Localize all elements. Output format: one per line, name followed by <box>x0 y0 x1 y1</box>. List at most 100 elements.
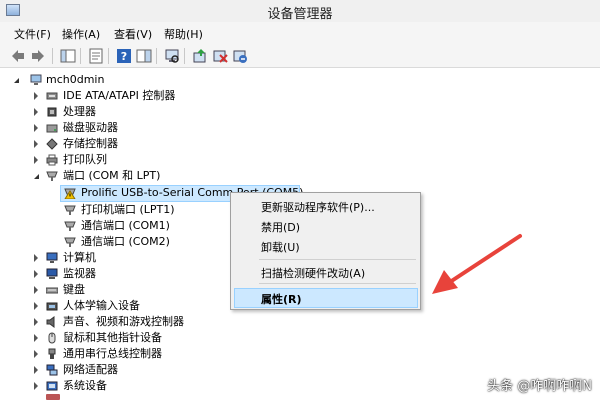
warning-port-icon <box>64 188 76 199</box>
forward-arrow-icon[interactable] <box>30 48 46 64</box>
expand-arrow-icon[interactable] <box>34 140 38 148</box>
menu-view[interactable]: 查看(V) <box>114 26 152 42</box>
tree-item-mouse[interactable]: 鼠标和其他指针设备 <box>0 330 220 346</box>
menu-item-uninstall[interactable]: 卸载(U) <box>261 239 300 255</box>
tree-item-storage[interactable]: 存储控制器 <box>0 136 300 152</box>
expand-arrow-icon[interactable] <box>34 286 38 294</box>
expand-arrow-icon[interactable] <box>34 318 38 326</box>
tree-item-label: 通用串行总线控制器 <box>63 347 162 360</box>
tree-item-label: 键盘 <box>63 283 85 296</box>
tree-item-label: 通信端口 (COM1) <box>81 219 170 232</box>
toolbar-separator <box>108 48 109 64</box>
ide-controller-icon <box>46 92 58 100</box>
tree-item-ports[interactable]: 端口 (COM 和 LPT) <box>0 168 300 184</box>
port-icon <box>64 221 76 231</box>
title-bar: 设备管理器 <box>0 0 600 22</box>
port-icon <box>64 205 76 215</box>
tree-item-sound[interactable]: 声音、视频和游戏控制器 <box>0 314 220 330</box>
system-device-icon <box>46 381 58 391</box>
tree-item-label: 磁盘驱动器 <box>63 121 118 134</box>
tree-item-label: 打印队列 <box>63 153 107 166</box>
tree-item-label: 声音、视频和游戏控制器 <box>63 315 184 328</box>
tree-item-network[interactable]: 网络适配器 <box>0 362 220 378</box>
storage-controller-icon <box>46 138 58 150</box>
update-driver-icon[interactable] <box>192 48 208 64</box>
tree-item-usb[interactable]: 通用串行总线控制器 <box>0 346 220 362</box>
expand-arrow-icon[interactable] <box>34 254 38 262</box>
expand-arrow-icon[interactable] <box>34 334 38 342</box>
next-category-icon-partial <box>46 394 60 400</box>
tree-root-label: mch0dmin <box>46 73 105 86</box>
tree-item-hid[interactable]: 人体学输入设备 <box>0 298 220 314</box>
tree-item-label: 网络适配器 <box>63 363 118 376</box>
keyboard-icon <box>46 287 58 294</box>
tree-item-monitor[interactable]: 监视器 <box>0 266 220 282</box>
mouse-icon <box>48 332 56 344</box>
back-arrow-icon[interactable] <box>10 48 26 64</box>
toolbar-separator <box>184 48 185 64</box>
tree-item-label: IDE ATA/ATAPI 控制器 <box>63 89 176 102</box>
menu-item-scan-hardware[interactable]: 扫描检测硬件改动(A) <box>261 265 365 281</box>
toolbar-separator <box>52 48 53 64</box>
action-pane-icon[interactable] <box>136 48 152 64</box>
context-menu: 更新驱动程序软件(P)... 禁用(D) 卸载(U) 扫描检测硬件改动(A) 属… <box>230 192 421 310</box>
help-icon[interactable]: ? <box>116 48 132 64</box>
tree-item-processor[interactable]: 处理器 <box>0 104 300 120</box>
red-arrow-annotation <box>432 234 522 294</box>
tree-item-ide[interactable]: IDE ATA/ATAPI 控制器 <box>0 88 300 104</box>
properties-icon[interactable] <box>88 48 104 64</box>
menu-action[interactable]: 操作(A) <box>62 26 100 42</box>
processor-icon <box>47 107 57 117</box>
expand-arrow-icon[interactable] <box>34 366 38 374</box>
tree-item-disk[interactable]: 磁盘驱动器 <box>0 120 300 136</box>
tree-item-label: 端口 (COM 和 LPT) <box>63 169 161 182</box>
tree-item-label: 处理器 <box>63 105 96 118</box>
expand-arrow-icon[interactable] <box>34 124 38 132</box>
sound-icon <box>46 316 55 328</box>
expand-arrow-icon[interactable] <box>34 108 38 116</box>
tree-item-label: 系统设备 <box>63 379 107 392</box>
port-icon <box>46 171 58 181</box>
tree-root[interactable]: mch0dmin <box>14 72 214 88</box>
menu-help[interactable]: 帮助(H) <box>164 26 203 42</box>
uninstall-device-icon[interactable] <box>232 48 248 64</box>
disable-device-icon[interactable] <box>212 48 228 64</box>
menu-separator <box>259 283 416 284</box>
menu-separator <box>259 259 416 260</box>
collapse-arrow-icon[interactable] <box>34 174 39 179</box>
expand-arrow-icon[interactable] <box>34 92 38 100</box>
tree-item-label: 存储控制器 <box>63 137 118 150</box>
expand-arrow-icon[interactable] <box>34 350 38 358</box>
expand-arrow-icon[interactable] <box>34 156 38 164</box>
collapse-arrow-icon[interactable] <box>14 78 19 83</box>
computer-icon <box>46 252 58 263</box>
usb-icon <box>48 348 56 359</box>
monitor-icon <box>46 268 58 279</box>
window-title: 设备管理器 <box>267 7 333 22</box>
tree-item-label: 人体学输入设备 <box>63 299 140 312</box>
tree-item-label: 打印机端口 (LPT1) <box>81 203 175 216</box>
tree-item-label: 计算机 <box>63 251 96 264</box>
tree-item-label: 通信端口 (COM2) <box>81 235 170 248</box>
expand-arrow-icon[interactable] <box>34 382 38 390</box>
scan-hardware-icon[interactable] <box>164 48 180 64</box>
tree-item-computer[interactable]: 计算机 <box>0 250 220 266</box>
menu-file[interactable]: 文件(F) <box>14 26 51 42</box>
tree-item-system[interactable]: 系统设备 <box>0 378 220 394</box>
menu-item-update-driver[interactable]: 更新驱动程序软件(P)... <box>261 199 375 215</box>
show-hide-console-tree-icon[interactable] <box>60 48 76 64</box>
menu-item-properties[interactable]: 属性(R) <box>261 291 302 307</box>
toolbar-separator <box>156 48 157 64</box>
port-icon <box>64 237 76 247</box>
toolbar-separator <box>80 48 81 64</box>
computer-icon <box>30 74 42 85</box>
tree-item-print-queue[interactable]: 打印队列 <box>0 152 300 168</box>
watermark: 头条 @咋啊咋啊N <box>487 379 592 394</box>
expand-arrow-icon[interactable] <box>34 302 38 310</box>
disk-drive-icon <box>46 124 58 133</box>
menu-item-disable[interactable]: 禁用(D) <box>261 219 300 235</box>
toolbar: ? <box>0 44 600 68</box>
tree-item-keyboard[interactable]: 键盘 <box>0 282 220 298</box>
printer-icon <box>46 154 58 166</box>
expand-arrow-icon[interactable] <box>34 270 38 278</box>
